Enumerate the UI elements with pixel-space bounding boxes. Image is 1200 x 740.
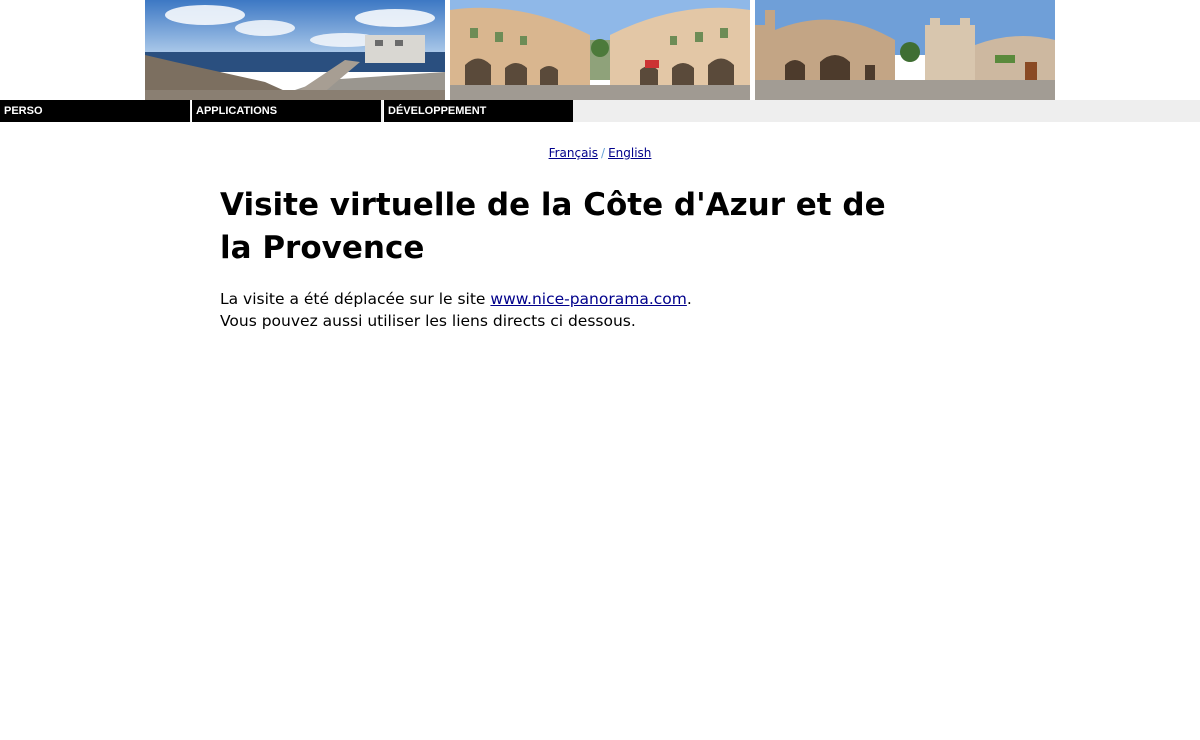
- panorama-seaside-image: [145, 0, 445, 100]
- nice-panorama-link[interactable]: www.nice-panorama.com: [490, 290, 686, 308]
- panorama-arcades-image: [450, 0, 750, 100]
- language-link-english[interactable]: English: [608, 146, 651, 160]
- language-link-french[interactable]: Français: [549, 146, 598, 160]
- nav-item-developpement[interactable]: DÉVELOPPEMENT: [383, 100, 573, 122]
- direct-links-text: Vous pouvez aussi utiliser les liens dir…: [220, 312, 636, 330]
- main-content: La visite a été déplacée sur le site www…: [220, 288, 980, 332]
- language-separator: /: [601, 146, 606, 160]
- moved-notice-end: .: [686, 290, 692, 308]
- panorama-banner: [145, 0, 1055, 100]
- top-nav-bar: PERSO APPLICATIONS DÉVELOPPEMENT: [0, 100, 1200, 122]
- nav-item-applications[interactable]: APPLICATIONS: [191, 100, 381, 122]
- language-switcher: Français / English: [0, 146, 1200, 160]
- nav-item-perso[interactable]: PERSO: [0, 100, 190, 122]
- moved-notice-text: La visite a été déplacée sur le site: [220, 290, 491, 308]
- page-title: Visite virtuelle de la Côte d'Azur et de…: [220, 187, 886, 266]
- panorama-village-image: [755, 0, 1055, 100]
